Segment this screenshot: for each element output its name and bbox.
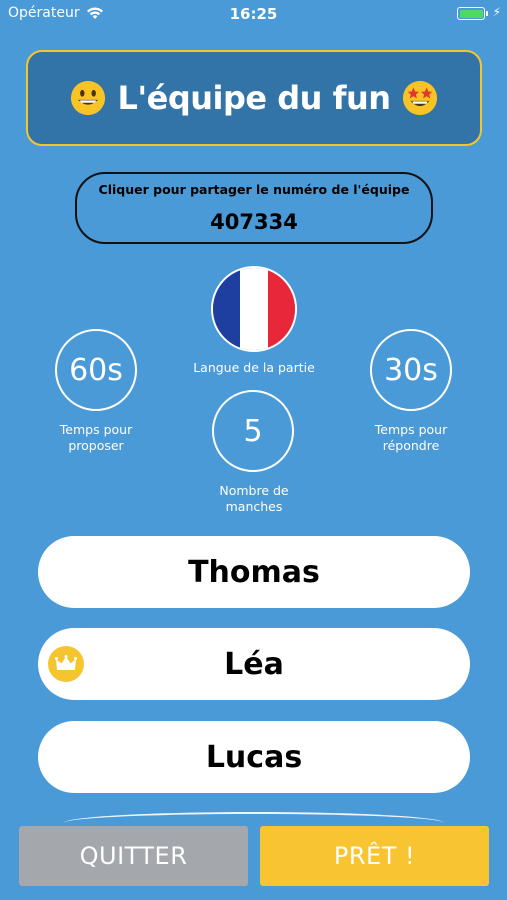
rounds-label: Nombre de manches [199,483,309,515]
quit-button[interactable]: QUITTER [19,826,248,886]
rounds-label-line2: manches [225,499,283,514]
player-card: Lucas [38,721,470,793]
player-name: Lucas [205,739,303,775]
player-name: Thomas [188,554,320,590]
propose-time-circle[interactable]: 60s [55,329,137,411]
star-struck-icon [402,80,437,116]
battery-icon [457,7,485,20]
propose-time-label: Temps pour proposer [41,422,151,454]
status-bar: Opérateur 16:25 ⚡ [0,0,507,28]
propose-time-label-line2: proposer [68,438,124,453]
france-flag-icon[interactable] [211,266,297,352]
share-label: Cliquer pour partager le numéro de l'équ… [98,182,410,197]
team-name: L'équipe du fun [117,79,391,117]
answer-time-value: 30s [384,352,438,388]
share-team-number-button[interactable]: Cliquer pour partager le numéro de l'équ… [75,172,433,244]
answer-time-label: Temps pour répondre [356,422,466,454]
ready-button[interactable]: PRÊT ! [260,826,489,886]
answer-time-label-line2: répondre [382,438,440,453]
rounds-label-line1: Nombre de [219,483,289,498]
status-time: 16:25 [229,5,278,23]
team-number: 407334 [210,210,298,234]
propose-time-label-line1: Temps pour [59,422,133,437]
grinning-face-icon [71,80,106,116]
answer-time-circle[interactable]: 30s [370,329,452,411]
crown-icon [48,646,84,682]
player-card: Thomas [38,536,470,608]
player-card: Léa [38,628,470,700]
answer-time-label-line1: Temps pour [374,422,448,437]
battery-tip [486,11,488,16]
rounds-circle[interactable]: 5 [212,390,294,472]
player-name: Léa [224,646,284,682]
language-label: Langue de la partie [193,360,315,375]
team-title-box: L'équipe du fun [26,50,482,146]
rounds-value: 5 [243,413,263,449]
propose-time-value: 60s [69,352,123,388]
charging-icon: ⚡ [492,5,501,19]
